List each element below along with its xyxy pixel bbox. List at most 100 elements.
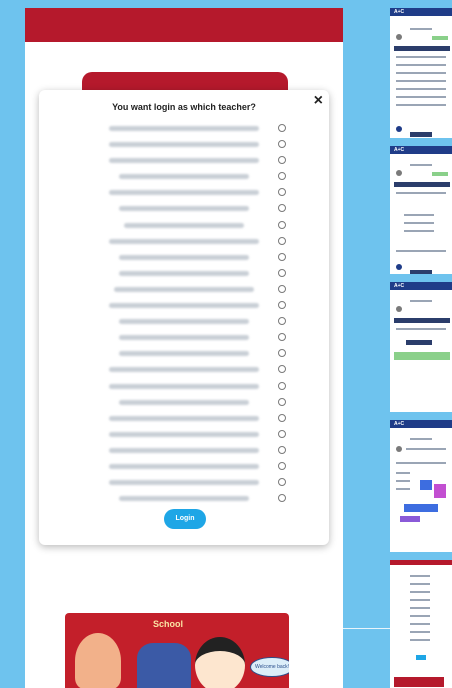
thumbnail-5[interactable] — [390, 560, 452, 688]
teacher-email-redacted — [109, 463, 259, 469]
teacher-row[interactable] — [39, 347, 329, 363]
thumb-logo: A+C — [394, 147, 405, 153]
cartoon-illustration: School Welcome back! — [65, 613, 289, 688]
thumb-header: A+C — [390, 282, 452, 290]
teacher-radio[interactable] — [278, 349, 286, 358]
teacher-email-redacted — [119, 254, 249, 260]
teacher-row[interactable] — [39, 428, 329, 444]
teacher-row[interactable] — [39, 154, 329, 170]
teacher-radio[interactable] — [278, 461, 286, 470]
thumb-calendar-event — [400, 516, 420, 522]
teacher-radio[interactable] — [278, 365, 286, 374]
thumb-line — [396, 462, 446, 464]
teacher-radio[interactable] — [278, 172, 286, 181]
thumb-calendar-event — [434, 484, 446, 498]
thumb-header: A+C — [390, 146, 452, 154]
teacher-row[interactable] — [39, 267, 329, 283]
teacher-row[interactable] — [39, 331, 329, 347]
teacher-email-redacted — [119, 206, 249, 212]
teacher-row[interactable] — [39, 202, 329, 218]
thumbnail-2[interactable]: A+C — [390, 146, 452, 274]
teacher-row[interactable] — [39, 412, 329, 428]
teacher-row[interactable] — [39, 363, 329, 379]
teacher-email-redacted — [119, 319, 249, 325]
thumb-line — [410, 583, 430, 585]
avatar — [396, 34, 402, 40]
thumbnail-4[interactable]: A+C — [390, 420, 452, 552]
teacher-row[interactable] — [39, 235, 329, 251]
thumb-line — [396, 192, 446, 194]
teacher-row[interactable] — [39, 492, 329, 508]
thumb-line — [396, 96, 446, 98]
thumb-line — [410, 575, 430, 577]
teacher-email-redacted — [119, 399, 249, 405]
teacher-radio[interactable] — [278, 301, 286, 310]
login-button[interactable]: Login — [164, 509, 206, 529]
teacher-row[interactable] — [39, 380, 329, 396]
teacher-radio[interactable] — [278, 124, 286, 132]
thumb-line — [404, 214, 434, 216]
teacher-row[interactable] — [39, 283, 329, 299]
thumb-header: A+C — [390, 420, 452, 428]
thumb-line — [410, 300, 432, 302]
teacher-list — [39, 122, 329, 508]
thumb-calendar-event — [404, 504, 438, 512]
teacher-radio[interactable] — [278, 333, 286, 342]
thumb-line — [396, 64, 446, 66]
app-topbar — [25, 8, 343, 42]
teacher-radio[interactable] — [278, 220, 286, 229]
teacher-radio[interactable] — [278, 317, 286, 326]
thumbnail-1[interactable]: A+C — [390, 8, 452, 138]
teacher-row[interactable] — [39, 186, 329, 202]
teacher-row[interactable] — [39, 444, 329, 460]
teacher-email-redacted — [119, 351, 249, 357]
cartoon-word: School — [153, 619, 184, 629]
thumb-table-header — [394, 318, 450, 323]
thumbnail-3[interactable]: A+C — [390, 282, 452, 412]
teacher-radio[interactable] — [278, 236, 286, 245]
teacher-login-modal: × You want login as which teacher? Login — [39, 90, 329, 545]
teacher-radio[interactable] — [278, 429, 286, 438]
teacher-radio[interactable] — [278, 140, 286, 149]
teacher-row[interactable] — [39, 122, 329, 138]
teacher-row[interactable] — [39, 251, 329, 267]
teacher-row[interactable] — [39, 299, 329, 315]
teacher-row[interactable] — [39, 396, 329, 412]
thumb-illustration — [394, 677, 444, 687]
thumb-line — [396, 88, 446, 90]
thumb-logo: A+C — [394, 283, 405, 289]
teacher-radio[interactable] — [278, 188, 286, 197]
teacher-radio[interactable] — [278, 204, 286, 213]
thumb-line — [396, 250, 446, 252]
teacher-row[interactable] — [39, 219, 329, 235]
avatar — [396, 446, 402, 452]
thumb-line — [396, 104, 446, 106]
teacher-radio[interactable] — [278, 445, 286, 454]
teacher-radio[interactable] — [278, 284, 286, 293]
teacher-radio[interactable] — [278, 397, 286, 406]
thumb-header: A+C — [390, 8, 452, 16]
thumb-line — [404, 230, 434, 232]
teacher-radio[interactable] — [278, 252, 286, 261]
thumb-line — [410, 599, 430, 601]
speech-bubble: Welcome back! — [250, 657, 289, 677]
thumb-line — [410, 615, 430, 617]
thumb-button — [406, 340, 432, 345]
thumb-line — [396, 328, 446, 330]
teacher-row[interactable] — [39, 315, 329, 331]
teacher-row[interactable] — [39, 476, 329, 492]
teacher-radio[interactable] — [278, 381, 286, 390]
teacher-email-redacted — [119, 335, 249, 341]
teacher-row[interactable] — [39, 170, 329, 186]
teacher-radio[interactable] — [278, 156, 286, 165]
teacher-radio[interactable] — [278, 268, 286, 277]
teacher-email-redacted — [119, 270, 249, 276]
teacher-row[interactable] — [39, 138, 329, 154]
teacher-row[interactable] — [39, 460, 329, 476]
teacher-radio[interactable] — [278, 413, 286, 422]
thumb-line — [396, 472, 410, 474]
teacher-radio[interactable] — [278, 478, 286, 487]
thumb-table-header — [394, 182, 450, 187]
teacher-radio[interactable] — [278, 494, 286, 503]
thumb-logo: A+C — [394, 421, 405, 427]
